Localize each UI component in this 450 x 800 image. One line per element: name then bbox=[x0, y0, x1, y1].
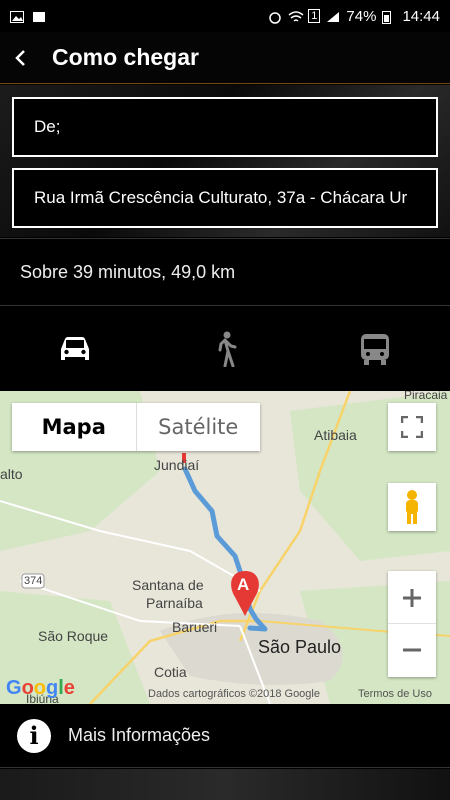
image-icon bbox=[10, 10, 24, 23]
street-view-button[interactable] bbox=[388, 483, 436, 531]
more-info-label: Mais Informações bbox=[68, 725, 211, 745]
minus-icon bbox=[403, 648, 421, 652]
plus-icon bbox=[403, 588, 421, 607]
app-bar: Como chegar bbox=[0, 32, 450, 84]
marker-label: A bbox=[237, 575, 250, 594]
signal-icon bbox=[326, 10, 340, 22]
map-label: São Roque bbox=[38, 628, 109, 644]
zoom-in-button[interactable] bbox=[388, 572, 436, 624]
wifi-icon bbox=[288, 10, 304, 22]
map-label: alto bbox=[0, 466, 23, 482]
road-shield: 374 bbox=[24, 575, 43, 587]
map-label: Parnaíba bbox=[146, 595, 203, 611]
map-type-map-button[interactable]: Mapa bbox=[12, 403, 137, 451]
route-panel: De; Rua Irmã Crescência Culturato, 37a -… bbox=[0, 85, 450, 237]
status-bar: 1 74% 14:44 bbox=[0, 0, 450, 32]
sim-number: 1 bbox=[308, 9, 321, 23]
mode-bus-button[interactable] bbox=[300, 307, 450, 391]
back-button[interactable] bbox=[4, 41, 38, 75]
zoom-control bbox=[388, 571, 436, 677]
battery-icon bbox=[382, 10, 396, 24]
travel-modes bbox=[0, 307, 450, 391]
sim-icon bbox=[32, 10, 46, 22]
footer-background bbox=[0, 769, 450, 800]
destination-field[interactable]: Rua Irmã Crescência Culturato, 37a - Chá… bbox=[12, 168, 438, 228]
walk-icon bbox=[218, 331, 237, 367]
page-title: Como chegar bbox=[52, 44, 199, 70]
info-icon: i bbox=[17, 718, 51, 753]
fullscreen-icon bbox=[401, 416, 423, 438]
origin-field[interactable]: De; bbox=[12, 97, 438, 157]
map-label: São Paulo bbox=[258, 637, 342, 657]
fullscreen-button[interactable] bbox=[388, 403, 436, 451]
alarm-icon bbox=[268, 10, 282, 24]
map-type-control: Mapa Satélite bbox=[12, 403, 260, 451]
map-attribution: Dados cartográficos ©2018 Google bbox=[148, 688, 320, 700]
clock: 14:44 bbox=[402, 7, 440, 25]
mode-walk-button[interactable] bbox=[150, 307, 300, 391]
car-icon bbox=[61, 337, 89, 360]
map-label: Santana de bbox=[132, 577, 204, 593]
map-label: Jundiaí bbox=[154, 457, 200, 473]
zoom-out-button[interactable] bbox=[388, 624, 436, 676]
map-label: Cotia bbox=[154, 664, 187, 680]
pegman-icon bbox=[406, 490, 418, 524]
map-label: Piracaia bbox=[404, 391, 448, 402]
map-type-satellite-button[interactable]: Satélite bbox=[137, 403, 261, 451]
bus-icon bbox=[361, 334, 389, 365]
route-summary: Sobre 39 minutos, 49,0 km bbox=[0, 238, 450, 306]
chevron-left-icon bbox=[15, 49, 25, 66]
map-label: Atibaia bbox=[314, 427, 357, 443]
mode-car-button[interactable] bbox=[0, 307, 150, 391]
battery-percent: 74% bbox=[346, 7, 377, 25]
map-label: Barueri bbox=[172, 619, 218, 635]
google-logo: Google bbox=[6, 677, 75, 699]
more-info-row[interactable]: i Mais Informações bbox=[0, 704, 450, 768]
map-view[interactable]: Piracaia Atibaia Jundiaí alto Santana de… bbox=[0, 391, 450, 704]
terms-link[interactable]: Termos de Uso bbox=[358, 688, 432, 700]
